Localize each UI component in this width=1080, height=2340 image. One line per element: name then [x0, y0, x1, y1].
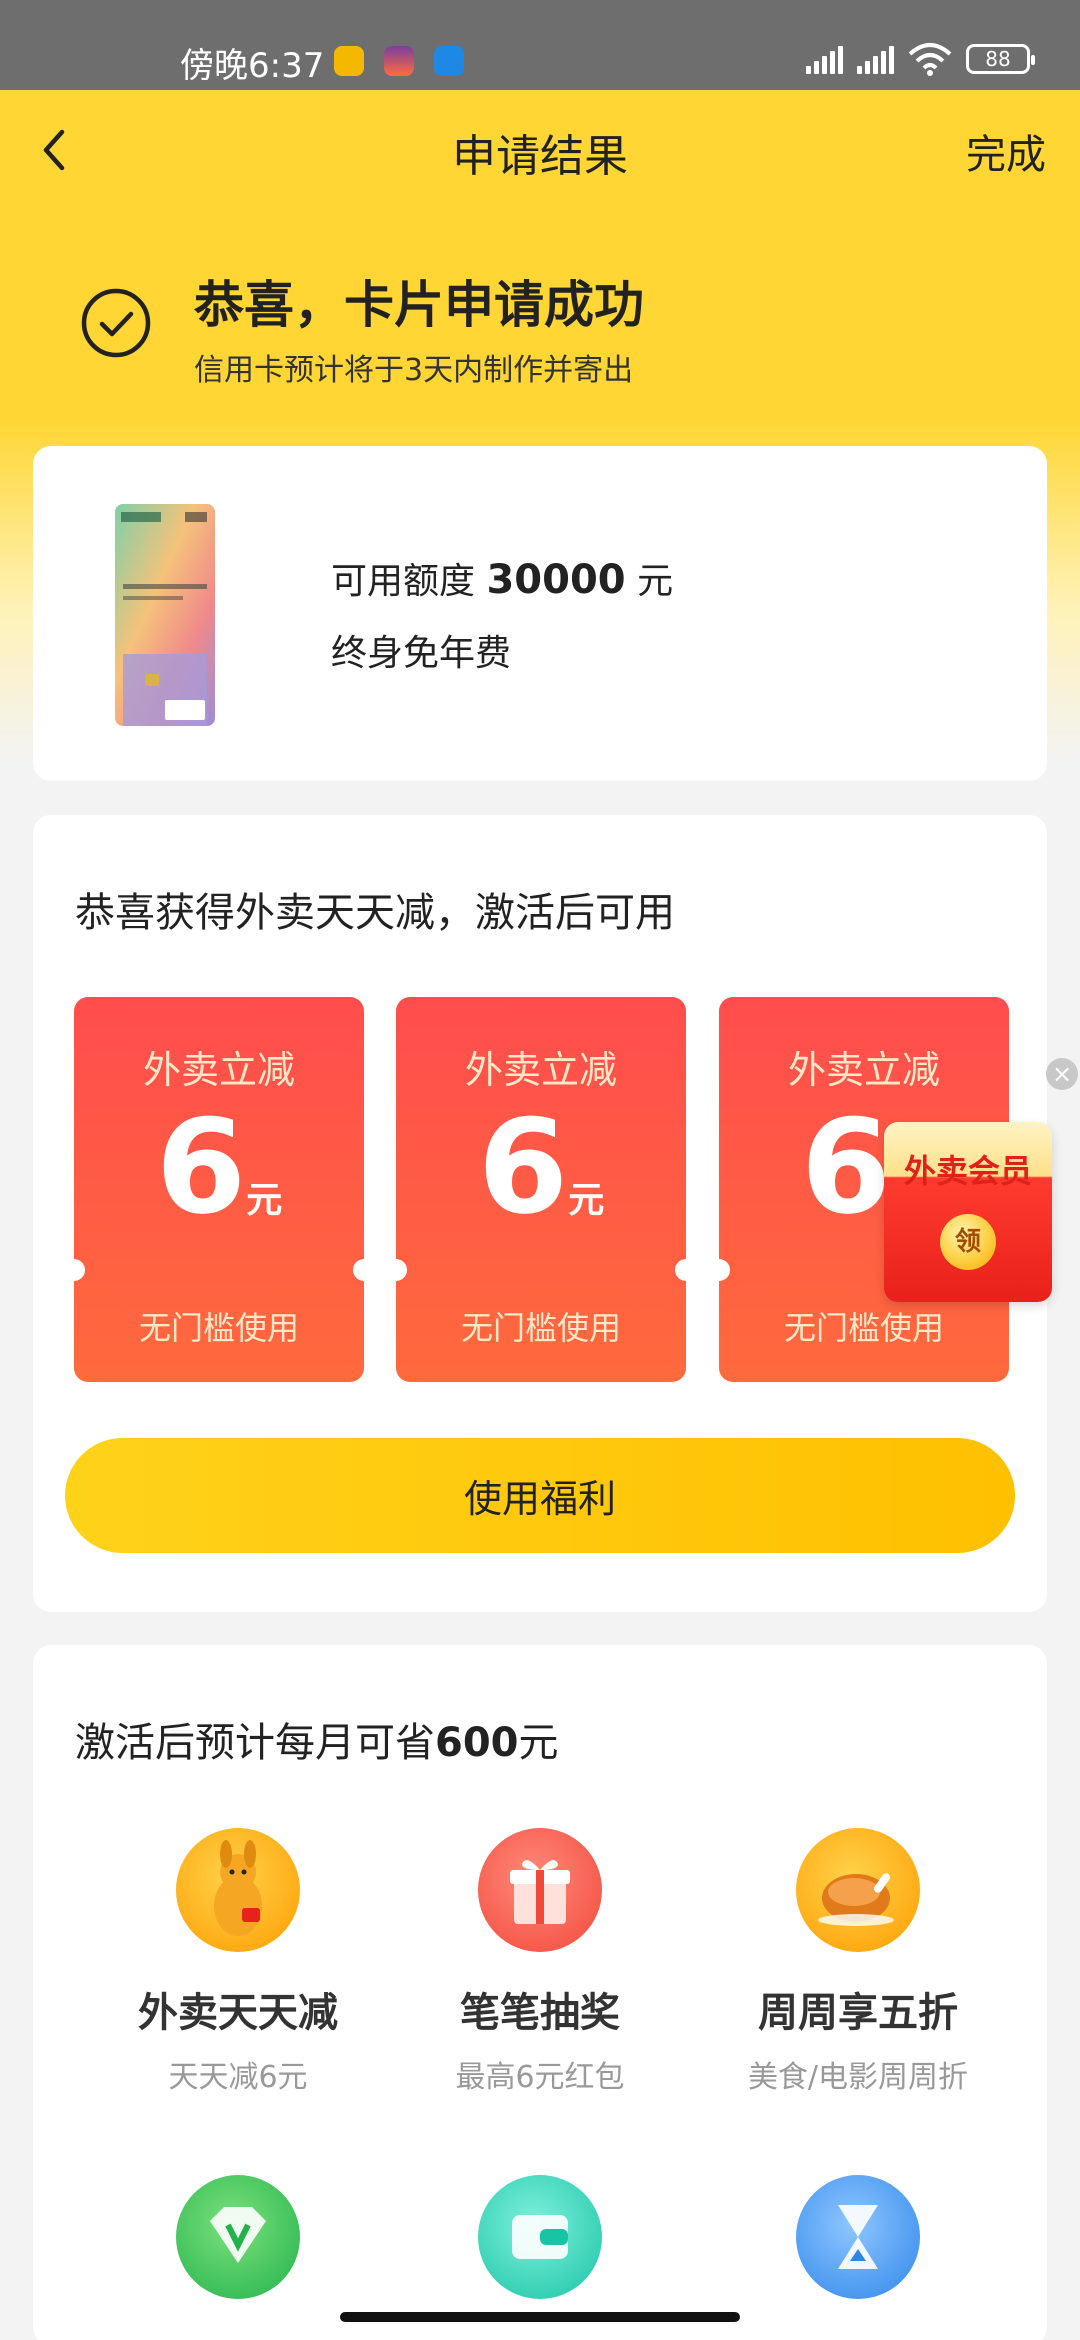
signal-icon — [806, 44, 843, 74]
kangaroo-icon — [176, 1828, 300, 1952]
coupon-notch — [63, 1259, 85, 1281]
success-title: 恭喜，卡片申请成功 — [194, 276, 644, 334]
red-packet-ad[interactable]: 外卖会员 领 — [870, 1122, 1058, 1302]
coupon-label: 外卖立减 — [142, 1048, 295, 1092]
coupon-condition: 无门槛使用 — [460, 1309, 621, 1347]
wifi-icon — [908, 43, 952, 76]
diamond-icon — [176, 2175, 300, 2299]
benefit-item[interactable] — [78, 2175, 398, 2299]
limit-unit: 元 — [637, 561, 674, 602]
benefit-title: 笔笔抽奖 — [460, 1990, 620, 2036]
coupon-unit: 元 — [568, 1180, 605, 1221]
coupon-card[interactable]: 外卖立减 6元 无门槛使用 — [385, 997, 697, 1382]
page-title: 申请结果 — [452, 131, 628, 182]
chat-app-icon — [334, 46, 364, 76]
coupon-condition: 无门槛使用 — [783, 1309, 944, 1347]
annual-fee-text: 终身免年费 — [331, 633, 512, 674]
wallet-icon — [478, 2175, 602, 2299]
coupon-notch — [353, 1259, 375, 1281]
benefit-subtitle: 天天减6元 — [168, 2060, 308, 2095]
credit-card-info: 可用额度 30000 元 终身免年费 — [33, 446, 1047, 781]
close-ad-icon[interactable]: × — [1046, 1058, 1078, 1090]
coupon-label: 外卖立减 — [787, 1048, 940, 1092]
coupon-section-title: 恭喜获得外卖天天减，激活后可用 — [75, 890, 675, 936]
savings-amount: 600 — [435, 1720, 519, 1766]
success-subtitle: 信用卡预计将于3天内制作并寄出 — [194, 353, 634, 388]
battery-icon: 88 — [966, 44, 1035, 74]
savings-section: 激活后预计每月可省600元 外卖天天减 天天减6元 笔笔抽奖 最高6元红包 周周… — [33, 1645, 1047, 2340]
limit-amount: 30000 — [486, 557, 626, 603]
benefit-item[interactable] — [698, 2175, 1018, 2299]
limit-label: 可用额度 — [331, 561, 476, 602]
coupon-amount: 6 — [155, 1091, 247, 1243]
check-circle-icon — [81, 288, 151, 358]
mail-app-icon — [434, 46, 464, 76]
status-bar: 傍晚6:37 88 — [0, 0, 1080, 90]
signal-icon — [857, 44, 894, 74]
benefit-subtitle: 最高6元红包 — [455, 2060, 625, 2095]
home-indicator[interactable] — [340, 2312, 740, 2322]
benefit-subtitle: 美食/电影周周折 — [747, 2060, 969, 2095]
savings-title: 激活后预计每月可省600元 — [75, 1720, 559, 1766]
coupon-card[interactable]: 外卖立减 6元 无门槛使用 — [63, 997, 375, 1382]
coupon-notch — [708, 1259, 730, 1281]
weather-app-icon — [384, 46, 414, 76]
done-button[interactable]: 完成 — [966, 122, 1046, 180]
gift-icon — [478, 1828, 602, 1952]
status-time: 傍晚6:37 — [180, 46, 325, 86]
coupon-amount: 6 — [477, 1091, 569, 1243]
coupon-condition: 无门槛使用 — [138, 1309, 299, 1347]
benefit-title: 周周享五折 — [758, 1990, 958, 2036]
navigation-bar: 申请结果 完成 — [0, 90, 1080, 210]
benefit-item[interactable]: 笔笔抽奖 最高6元红包 — [380, 1828, 700, 2096]
coupon-label: 外卖立减 — [464, 1048, 617, 1092]
credit-card-image — [115, 504, 215, 726]
benefit-item[interactable]: 外卖天天减 天天减6元 — [78, 1828, 398, 2096]
red-packet-label: 外卖会员 — [903, 1152, 1032, 1190]
roast-chicken-icon — [796, 1828, 920, 1952]
coupon-unit: 元 — [246, 1180, 283, 1221]
hourglass-icon — [796, 2175, 920, 2299]
coupon-notch — [385, 1259, 407, 1281]
coupon-notch — [675, 1259, 697, 1281]
benefit-title: 外卖天天减 — [138, 1990, 338, 2036]
benefit-item[interactable] — [380, 2175, 700, 2299]
benefit-item[interactable]: 周周享五折 美食/电影周周折 — [698, 1828, 1018, 2096]
use-benefit-button[interactable]: 使用福利 — [65, 1438, 1015, 1553]
coin-icon: 领 — [940, 1214, 996, 1270]
